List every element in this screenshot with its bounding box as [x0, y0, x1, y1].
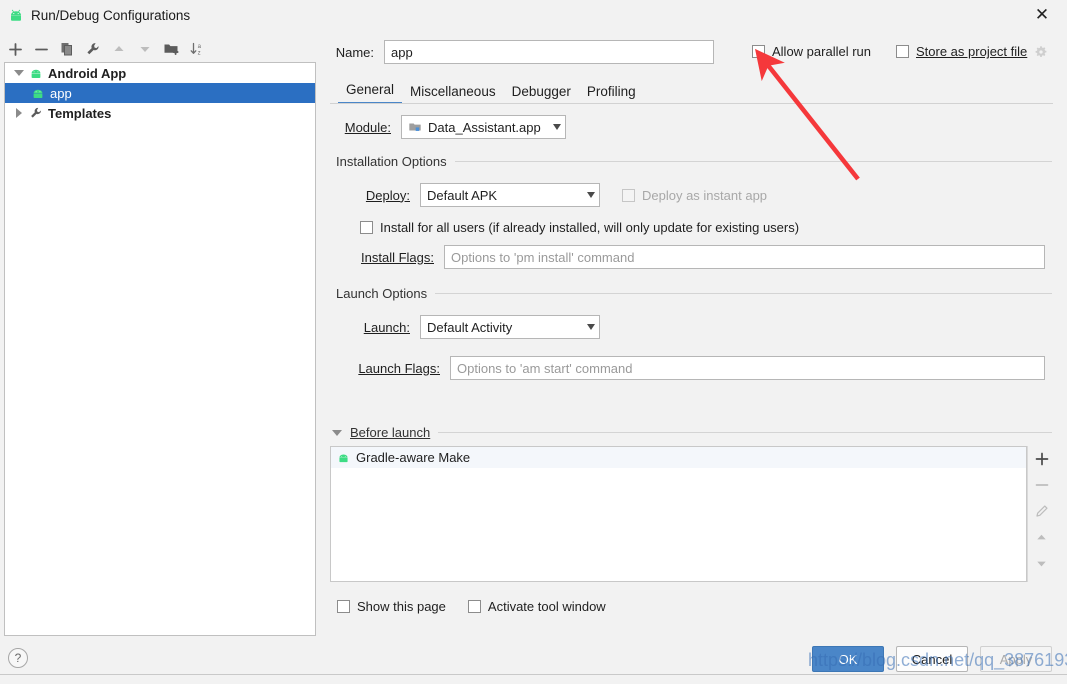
- pencil-icon[interactable]: [1028, 498, 1056, 524]
- copy-configuration-button[interactable]: [54, 37, 80, 61]
- installation-options-title: Installation Options: [336, 154, 447, 169]
- title-bar: Run/Debug Configurations ✕: [0, 0, 1067, 30]
- module-icon: [408, 120, 422, 134]
- allow-parallel-run-checkbox[interactable]: [752, 45, 765, 58]
- configurations-tree[interactable]: Android App app Templates: [4, 62, 316, 636]
- help-button[interactable]: ?: [8, 648, 28, 668]
- bottom-divider: [0, 674, 1067, 675]
- configurations-toolbar: a z: [2, 36, 316, 62]
- chevron-right-icon[interactable]: [11, 108, 27, 118]
- deploy-value: Default APK: [427, 187, 498, 203]
- install-for-all-users-checkbox[interactable]: [360, 221, 373, 234]
- task-move-down-button[interactable]: [1028, 550, 1056, 576]
- deploy-label: Deploy:: [355, 188, 410, 203]
- activate-tool-window-label: Activate tool window: [487, 599, 606, 614]
- activate-tool-window-checkbox[interactable]: [467, 600, 481, 613]
- show-this-page-label: Show this page: [357, 599, 446, 614]
- chevron-down-icon[interactable]: [553, 124, 561, 130]
- store-as-project-file-label: Store as project file: [916, 44, 1028, 59]
- android-icon: [29, 86, 47, 100]
- tabs-divider: [330, 103, 1053, 104]
- add-task-button[interactable]: [1028, 446, 1056, 472]
- chevron-down-icon[interactable]: [587, 324, 595, 330]
- launch-flags-input[interactable]: Options to 'am start' command: [450, 356, 1045, 380]
- module-label-text: Module:: [344, 119, 391, 135]
- remove-configuration-button[interactable]: [28, 37, 54, 61]
- svg-text:a: a: [197, 44, 201, 50]
- ok-button[interactable]: OK: [812, 646, 884, 672]
- apply-button[interactable]: Apply: [980, 646, 1052, 672]
- allow-parallel-run-label: Allow parallel run: [772, 44, 871, 59]
- tree-node-android-app[interactable]: Android App: [5, 63, 315, 83]
- wrench-icon[interactable]: [80, 37, 106, 61]
- wrench-icon: [27, 106, 45, 120]
- android-icon: [8, 7, 24, 23]
- task-move-up-button[interactable]: [1028, 524, 1056, 550]
- remove-task-button[interactable]: [1028, 472, 1056, 498]
- before-launch-side-toolbar: [1027, 446, 1055, 582]
- settings-tabs: General Miscellaneous Debugger Profiling: [338, 78, 644, 104]
- android-icon: [337, 451, 350, 464]
- folder-add-icon[interactable]: [158, 37, 184, 61]
- before-launch-task-list[interactable]: Gradle-aware Make: [330, 446, 1027, 582]
- tab-miscellaneous[interactable]: Miscellaneous: [402, 84, 504, 104]
- tree-node-templates[interactable]: Templates: [5, 103, 315, 123]
- sort-az-icon[interactable]: a z: [184, 37, 210, 61]
- android-icon: [27, 66, 45, 80]
- group-divider: [438, 432, 1052, 433]
- add-configuration-button[interactable]: [2, 37, 28, 61]
- name-input[interactable]: app: [384, 40, 714, 64]
- deploy-as-instant-app-checkbox: [622, 188, 635, 202]
- launch-flags-label-text: Launch Flags:: [358, 360, 440, 376]
- before-launch-title: Before launch: [350, 425, 431, 440]
- launch-label: Launch:: [355, 320, 410, 335]
- close-icon[interactable]: ✕: [1025, 3, 1059, 27]
- tree-node-app[interactable]: app: [5, 83, 315, 103]
- module-label: Module:: [333, 120, 391, 135]
- svg-text:z: z: [197, 50, 200, 56]
- cancel-button[interactable]: Cancel: [896, 646, 968, 672]
- tree-node-label: app: [50, 85, 72, 101]
- module-select[interactable]: Data_Assistant.app: [401, 115, 566, 139]
- deploy-label-text: Deploy:: [365, 187, 410, 203]
- chevron-down-icon[interactable]: [11, 70, 27, 76]
- launch-options-title: Launch Options: [336, 286, 428, 301]
- bottom-cut-text: [0, 676, 50, 684]
- run-debug-configurations-dialog: Run/Debug Configurations ✕ a z Android A…: [0, 0, 1067, 684]
- chevron-down-icon[interactable]: [332, 429, 342, 436]
- tab-debugger[interactable]: Debugger: [504, 84, 579, 104]
- install-flags-label: Install Flags:: [352, 250, 434, 265]
- group-divider: [435, 293, 1052, 294]
- list-item-label: Gradle-aware Make: [356, 450, 471, 465]
- install-for-all-users-label: Install for all users (if already instal…: [380, 220, 800, 235]
- install-flags-input[interactable]: Options to 'pm install' command: [444, 245, 1045, 269]
- group-divider: [454, 161, 1052, 162]
- launch-select[interactable]: Default Activity: [420, 315, 600, 339]
- launch-flags-label: Launch Flags:: [352, 361, 440, 376]
- bottom-cut-text-strip: [0, 676, 1067, 684]
- arrow-down-icon[interactable]: [132, 37, 158, 61]
- tree-node-label: Android App: [48, 65, 127, 81]
- gear-icon[interactable]: [1034, 45, 1048, 59]
- launch-value: Default Activity: [427, 319, 513, 335]
- deploy-as-instant-app-label: Deploy as instant app: [642, 187, 768, 203]
- show-this-page-checkbox[interactable]: [337, 600, 350, 613]
- tab-profiling[interactable]: Profiling: [579, 84, 644, 104]
- deploy-select[interactable]: Default APK: [420, 183, 600, 207]
- module-value: Data_Assistant.app: [428, 119, 541, 135]
- dialog-title: Run/Debug Configurations: [31, 7, 191, 23]
- install-flags-label-text: Install Flags:: [361, 249, 434, 265]
- list-item[interactable]: Gradle-aware Make: [331, 447, 1026, 468]
- arrow-up-icon[interactable]: [106, 37, 132, 61]
- launch-label-text: Launch:: [363, 319, 410, 335]
- name-label: Name:: [335, 44, 374, 60]
- store-as-project-file-checkbox[interactable]: [896, 45, 909, 58]
- tab-general[interactable]: General: [338, 82, 403, 104]
- tree-node-label: Templates: [48, 105, 112, 121]
- chevron-down-icon[interactable]: [587, 192, 595, 198]
